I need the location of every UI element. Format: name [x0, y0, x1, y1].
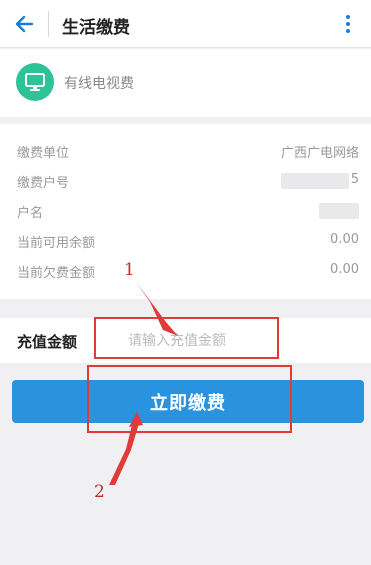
info-label: 当前可用余额 — [17, 236, 96, 251]
annotation-number: 2 — [94, 482, 105, 502]
back-arrow-icon — [15, 15, 34, 33]
info-row-arrears: 当前欠费金额 0.00 — [0, 262, 371, 284]
page-title: 生活缴费 — [62, 18, 130, 38]
amount-row: 充值金额 — [0, 318, 371, 363]
info-row-payee: 缴费单位 广西广电网络 — [0, 142, 371, 164]
info-row-available-balance: 当前可用余额 0.00 — [0, 232, 371, 254]
amount-input[interactable] — [128, 326, 328, 356]
service-name: 有线电视费 — [64, 76, 134, 92]
more-menu-button[interactable] — [334, 8, 362, 40]
info-value: 5 — [350, 172, 359, 187]
redacted-block — [281, 173, 349, 189]
info-label: 户名 — [17, 206, 44, 221]
info-value: 广西广电网络 — [280, 146, 359, 161]
redacted-block — [319, 203, 359, 219]
info-label: 当前欠费金额 — [17, 266, 96, 281]
account-info-card: 缴费单位 广西广电网络 缴费户号 5 户名 当前可用余额 0.00 当前欠费金额… — [0, 124, 371, 299]
app-header: 生活缴费 — [0, 0, 371, 48]
info-label: 缴费户号 — [17, 176, 70, 191]
info-value: 0.00 — [330, 262, 359, 277]
info-label: 缴费单位 — [17, 146, 70, 161]
service-card: 有线电视费 — [0, 49, 371, 117]
pay-now-button[interactable]: 立即缴费 — [12, 380, 364, 423]
tv-icon — [16, 63, 54, 101]
header-divider — [48, 11, 49, 37]
amount-label: 充值金额 — [17, 333, 78, 351]
more-vertical-icon — [346, 15, 350, 19]
info-row-account-number: 缴费户号 5 — [0, 172, 371, 194]
annotation-number: 1 — [124, 260, 135, 280]
info-row-account-name: 户名 — [0, 202, 371, 224]
back-button[interactable] — [6, 6, 42, 42]
info-value: 0.00 — [330, 232, 359, 247]
